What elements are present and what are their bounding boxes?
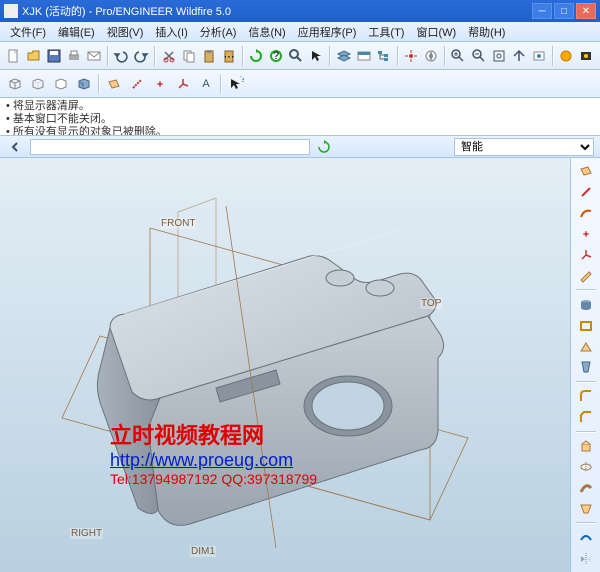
orient-icon[interactable] bbox=[422, 45, 441, 67]
svg-text:?: ? bbox=[240, 76, 244, 85]
regen-manager-icon[interactable]: ? bbox=[267, 45, 286, 67]
graphics-canvas[interactable]: FRONT TOP RIGHT DIM1 立时视频教程网 http://www.… bbox=[0, 158, 570, 572]
menu-info[interactable]: 信息(N) bbox=[242, 22, 291, 42]
hidden-line-icon[interactable] bbox=[27, 73, 49, 95]
toolbar-2: A ? bbox=[0, 70, 600, 98]
svg-text:⋯: ⋯ bbox=[223, 51, 234, 63]
wireframe-icon[interactable] bbox=[4, 73, 26, 95]
zoom-out-icon[interactable] bbox=[469, 45, 488, 67]
datum-plane-icon[interactable] bbox=[574, 162, 598, 181]
menu-tools[interactable]: 工具(T) bbox=[362, 22, 410, 42]
extrude-icon[interactable] bbox=[574, 437, 598, 456]
menu-insert[interactable]: 插入(I) bbox=[149, 22, 193, 42]
filter-refresh-icon[interactable] bbox=[316, 139, 332, 155]
message-line: 所有没有显示的对象已被删除。 bbox=[6, 126, 594, 136]
copy-icon[interactable] bbox=[179, 45, 198, 67]
menu-bar: 文件(F) 编辑(E) 视图(V) 插入(I) 分析(A) 信息(N) 应用程序… bbox=[0, 22, 600, 42]
revolve-icon[interactable] bbox=[574, 458, 598, 477]
datum-plane-toggle-icon[interactable] bbox=[103, 73, 125, 95]
sweep-icon[interactable] bbox=[574, 478, 598, 497]
zoom-in-icon[interactable] bbox=[449, 45, 468, 67]
filter-bar: 智能 bbox=[0, 136, 600, 158]
menu-edit[interactable]: 编辑(E) bbox=[52, 22, 101, 42]
style-icon[interactable] bbox=[574, 528, 598, 547]
blend-icon[interactable] bbox=[574, 499, 598, 518]
chamfer-icon[interactable] bbox=[574, 408, 598, 427]
maximize-button[interactable]: □ bbox=[554, 3, 574, 19]
toolbar-1: ⋯ ? bbox=[0, 42, 600, 70]
model-view bbox=[40, 198, 510, 558]
datum-right-label: RIGHT bbox=[70, 528, 103, 539]
cut-icon[interactable] bbox=[159, 45, 178, 67]
hole-icon[interactable] bbox=[574, 295, 598, 314]
app-icon bbox=[4, 4, 18, 18]
selection-filter-select[interactable]: 智能 bbox=[454, 138, 594, 156]
round-icon[interactable] bbox=[574, 387, 598, 406]
open-file-icon[interactable] bbox=[24, 45, 43, 67]
title-bar: XJK (活动的) - Pro/ENGINEER Wildfire 5.0 ─ … bbox=[0, 0, 600, 22]
datum-axis-icon[interactable] bbox=[574, 183, 598, 202]
view-manager-icon[interactable] bbox=[354, 45, 373, 67]
datum-axis-toggle-icon[interactable] bbox=[126, 73, 148, 95]
no-hidden-icon[interactable] bbox=[50, 73, 72, 95]
shading-icon[interactable] bbox=[73, 73, 95, 95]
redo-icon[interactable] bbox=[132, 45, 151, 67]
paste-icon[interactable] bbox=[199, 45, 218, 67]
csys-icon[interactable] bbox=[574, 246, 598, 265]
undo-icon[interactable] bbox=[112, 45, 131, 67]
model-tree-icon[interactable] bbox=[374, 45, 393, 67]
svg-text:A: A bbox=[202, 78, 210, 90]
email-icon[interactable] bbox=[85, 45, 104, 67]
menu-app[interactable]: 应用程序(P) bbox=[292, 22, 363, 42]
shell-icon[interactable] bbox=[574, 316, 598, 335]
select-icon[interactable] bbox=[307, 45, 326, 67]
appearance-icon[interactable] bbox=[557, 45, 576, 67]
datum-front-label: FRONT bbox=[160, 218, 196, 229]
menu-window[interactable]: 窗口(W) bbox=[410, 22, 462, 42]
menu-help[interactable]: 帮助(H) bbox=[462, 22, 511, 42]
close-button[interactable]: ✕ bbox=[576, 3, 596, 19]
minimize-button[interactable]: ─ bbox=[532, 3, 552, 19]
filter-back-icon[interactable] bbox=[6, 138, 24, 156]
window-title: XJK (活动的) - Pro/ENGINEER Wildfire 5.0 bbox=[22, 3, 532, 19]
find-icon[interactable] bbox=[287, 45, 306, 67]
sketch-curve-icon[interactable] bbox=[574, 204, 598, 223]
saved-views-icon[interactable] bbox=[529, 45, 548, 67]
mirror-icon[interactable] bbox=[574, 549, 598, 568]
datum-point-toggle-icon[interactable] bbox=[149, 73, 171, 95]
menu-view[interactable]: 视图(V) bbox=[101, 22, 150, 42]
regenerate-icon[interactable] bbox=[247, 45, 266, 67]
print-icon[interactable] bbox=[64, 45, 83, 67]
message-line: 将显示器清屏。 bbox=[6, 100, 594, 113]
csys-toggle-icon[interactable] bbox=[172, 73, 194, 95]
paste-special-icon[interactable]: ⋯ bbox=[219, 45, 238, 67]
render-icon[interactable] bbox=[577, 45, 596, 67]
message-area: 将显示器清屏。 基本窗口不能关闭。 所有没有显示的对象已被删除。 bbox=[0, 98, 600, 136]
sketch-icon[interactable] bbox=[574, 266, 598, 285]
draft-icon[interactable] bbox=[574, 358, 598, 377]
spin-center-icon[interactable] bbox=[402, 45, 421, 67]
annotation-toggle-icon[interactable]: A bbox=[195, 73, 217, 95]
save-icon[interactable] bbox=[44, 45, 63, 67]
new-file-icon[interactable] bbox=[4, 45, 23, 67]
message-line: 基本窗口不能关闭。 bbox=[6, 113, 594, 126]
layers-icon[interactable] bbox=[334, 45, 353, 67]
right-toolbar bbox=[570, 158, 600, 572]
workspace: FRONT TOP RIGHT DIM1 立时视频教程网 http://www.… bbox=[0, 158, 600, 572]
filter-input[interactable] bbox=[30, 139, 310, 155]
menu-file[interactable]: 文件(F) bbox=[4, 22, 52, 42]
svg-text:?: ? bbox=[273, 50, 279, 62]
help-icon[interactable]: ? bbox=[225, 73, 247, 95]
menu-analysis[interactable]: 分析(A) bbox=[194, 22, 243, 42]
datum-point-icon[interactable] bbox=[574, 225, 598, 244]
window-controls: ─ □ ✕ bbox=[532, 3, 596, 19]
datum-top-label: TOP bbox=[420, 298, 442, 309]
reorient-icon[interactable] bbox=[509, 45, 528, 67]
rib-icon[interactable] bbox=[574, 337, 598, 356]
datum-dim1-label: DIM1 bbox=[190, 546, 216, 557]
refit-icon[interactable] bbox=[489, 45, 508, 67]
